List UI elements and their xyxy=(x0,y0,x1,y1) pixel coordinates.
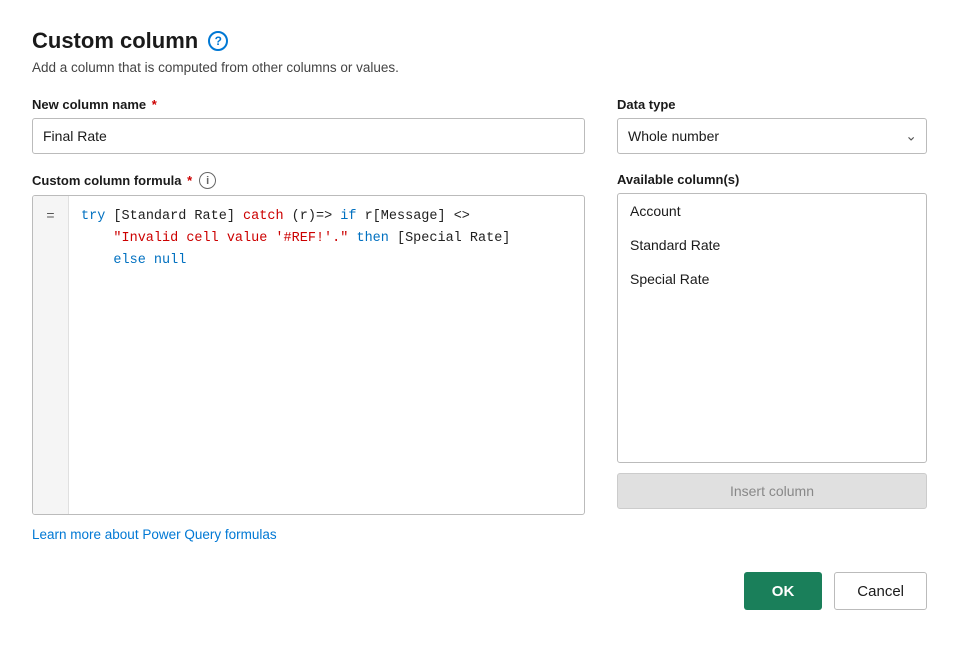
dialog-subtitle: Add a column that is computed from other… xyxy=(32,60,927,75)
action-row: OK Cancel xyxy=(32,572,927,610)
help-icon[interactable]: ? xyxy=(208,31,228,51)
title-row: Custom column ? xyxy=(32,28,927,54)
equals-sign: = xyxy=(46,206,54,228)
formula-required-star: * xyxy=(184,173,193,188)
data-type-wrapper: Whole number Text Decimal number Date Tr… xyxy=(617,118,927,154)
data-type-section: Data type Whole number Text Decimal numb… xyxy=(617,97,927,154)
dialog-title: Custom column xyxy=(32,28,198,54)
formula-content[interactable]: try [Standard Rate] catch (r)=> if r[Mes… xyxy=(69,196,584,514)
column-name-input[interactable] xyxy=(32,118,585,154)
formula-label: Custom column formula * xyxy=(32,173,192,188)
data-type-select[interactable]: Whole number Text Decimal number Date Tr… xyxy=(617,118,927,154)
data-type-label: Data type xyxy=(617,97,927,112)
formula-left: Custom column formula * i = try [Standar… xyxy=(32,172,585,515)
list-item[interactable]: Account xyxy=(618,194,926,228)
required-star: * xyxy=(148,97,157,112)
insert-column-button[interactable]: Insert column xyxy=(617,473,927,509)
cancel-button[interactable]: Cancel xyxy=(834,572,927,610)
list-item[interactable]: Special Rate xyxy=(618,262,926,296)
list-item[interactable]: Standard Rate xyxy=(618,228,926,262)
custom-column-dialog: Custom column ? Add a column that is com… xyxy=(32,28,927,610)
column-name-label: New column name * xyxy=(32,97,585,112)
ok-button[interactable]: OK xyxy=(744,572,823,610)
info-icon[interactable]: i xyxy=(199,172,216,189)
learn-more-link[interactable]: Learn more about Power Query formulas xyxy=(32,527,277,542)
name-and-type-row: New column name * Data type Whole number… xyxy=(32,97,927,154)
available-columns-label: Available column(s) xyxy=(617,172,927,187)
formula-label-row: Custom column formula * i xyxy=(32,172,585,189)
available-columns-list: Account Standard Rate Special Rate xyxy=(617,193,927,463)
formula-editor[interactable]: = try [Standard Rate] catch (r)=> if r[M… xyxy=(32,195,585,515)
formula-right: Available column(s) Account Standard Rat… xyxy=(617,172,927,509)
column-name-section: New column name * xyxy=(32,97,585,154)
formula-section: Custom column formula * i = try [Standar… xyxy=(32,172,927,515)
line-indicator: = xyxy=(33,196,69,514)
